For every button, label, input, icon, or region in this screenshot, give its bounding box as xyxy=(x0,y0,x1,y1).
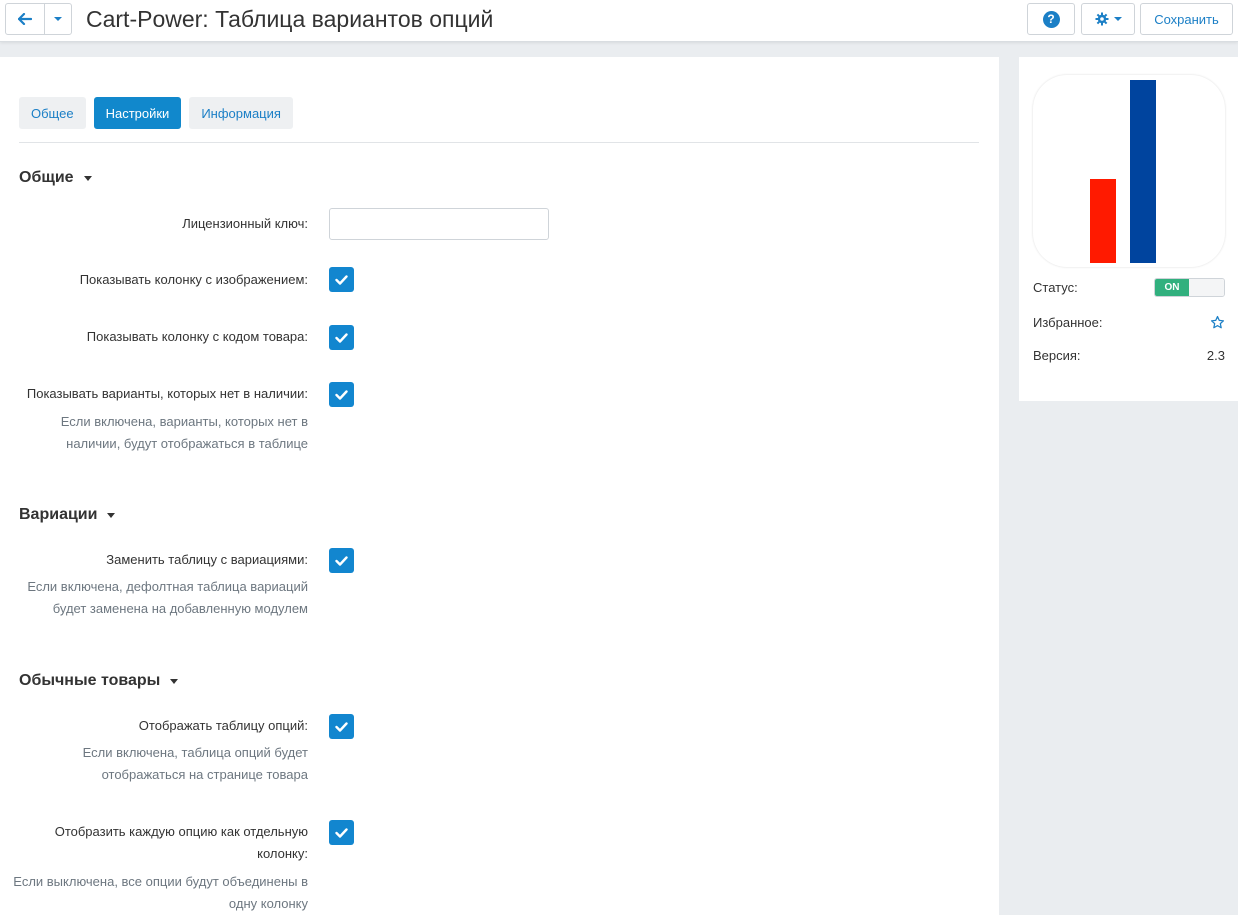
section-title: Обычные товары xyxy=(19,672,161,689)
license-key-input[interactable] xyxy=(329,208,549,240)
question-icon: ? xyxy=(1042,10,1060,28)
caret-down-icon xyxy=(170,678,179,684)
status-off-area xyxy=(1189,279,1224,296)
check-icon xyxy=(335,827,348,838)
main-panel: Общее Настройки Информация Общие Лицензи… xyxy=(0,57,999,915)
status-on-value: ON xyxy=(1155,279,1189,296)
caret-down-icon xyxy=(83,175,92,181)
show-out-of-stock-label: Показывать варианты, которых нет в налич… xyxy=(26,386,308,401)
separate-columns-checkbox[interactable] xyxy=(329,820,354,845)
back-dropdown-button[interactable] xyxy=(44,3,72,35)
status-toggle[interactable]: ON xyxy=(1154,278,1225,297)
addon-sidebar: Статус: ON Избранное: Версия: 2.3 xyxy=(1019,57,1238,401)
favorite-label: Избранное: xyxy=(1033,315,1103,330)
tab-general[interactable]: Общее xyxy=(19,97,86,129)
favorite-row: Избранное: xyxy=(1033,315,1225,330)
separate-columns-label: Отобразить каждую опцию как отдельную ко… xyxy=(54,824,308,861)
replace-variations-label: Заменить таблицу с вариациями: xyxy=(106,552,308,567)
logo-red-bar xyxy=(1090,179,1116,263)
divider xyxy=(19,142,979,143)
page-title: Cart-Power: Таблица вариантов опций xyxy=(86,6,494,32)
show-code-column-label: Показывать колонку с кодом товара: xyxy=(86,329,308,344)
check-icon xyxy=(335,332,348,343)
version-label: Версия: xyxy=(1033,348,1081,363)
addon-logo xyxy=(1033,75,1225,267)
version-value: 2.3 xyxy=(1206,348,1225,363)
check-icon xyxy=(335,721,348,732)
help-button[interactable]: ? xyxy=(1027,3,1075,35)
show-options-table-hint: Если включена, таблица опций будет отобр… xyxy=(82,745,308,782)
show-out-of-stock-checkbox[interactable] xyxy=(329,382,354,407)
star-icon[interactable] xyxy=(1210,315,1225,330)
show-image-column-label: Показывать колонку с изображением: xyxy=(79,272,308,287)
version-row: Версия: 2.3 xyxy=(1033,348,1225,363)
check-icon xyxy=(335,274,348,285)
show-options-table-label: Отображать таблицу опций: xyxy=(138,718,308,733)
replace-variations-hint: Если включена, дефолтная таблица вариаци… xyxy=(27,579,308,616)
tab-settings[interactable]: Настройки xyxy=(93,97,182,129)
show-code-column-checkbox[interactable] xyxy=(329,325,354,350)
license-key-label: Лицензионный ключ: xyxy=(182,216,308,231)
caret-down-icon xyxy=(107,512,116,518)
save-button[interactable]: Сохранить xyxy=(1140,3,1233,35)
gear-icon xyxy=(1095,12,1108,26)
check-icon xyxy=(335,389,348,400)
chevron-down-icon xyxy=(54,17,62,21)
section-regular-products-toggle[interactable]: Обычные товары xyxy=(19,672,179,690)
status-row: Статус: ON xyxy=(1033,278,1225,297)
show-out-of-stock-hint: Если включена, варианты, которых нет в н… xyxy=(60,414,308,451)
check-icon xyxy=(335,555,348,566)
settings-dropdown-button[interactable] xyxy=(1081,3,1135,35)
back-button[interactable] xyxy=(5,3,45,35)
status-label: Статус: xyxy=(1033,280,1078,295)
top-bar: Cart-Power: Таблица вариантов опций ? Со… xyxy=(0,0,1238,42)
show-image-column-checkbox[interactable] xyxy=(329,267,354,292)
logo-blue-bar xyxy=(1130,80,1156,263)
section-general-toggle[interactable]: Общие xyxy=(19,169,92,187)
section-variations-toggle[interactable]: Вариации xyxy=(19,506,116,524)
show-options-table-checkbox[interactable] xyxy=(329,714,354,739)
section-title: Общие xyxy=(19,169,74,186)
chevron-down-icon xyxy=(1113,17,1122,21)
tab-information[interactable]: Информация xyxy=(189,97,293,129)
tabs: Общее Настройки Информация xyxy=(19,97,293,129)
arrow-left-icon xyxy=(18,13,32,25)
section-title: Вариации xyxy=(19,506,98,523)
replace-variations-checkbox[interactable] xyxy=(329,548,354,573)
separate-columns-hint: Если выключена, все опции будут объедине… xyxy=(13,874,308,911)
